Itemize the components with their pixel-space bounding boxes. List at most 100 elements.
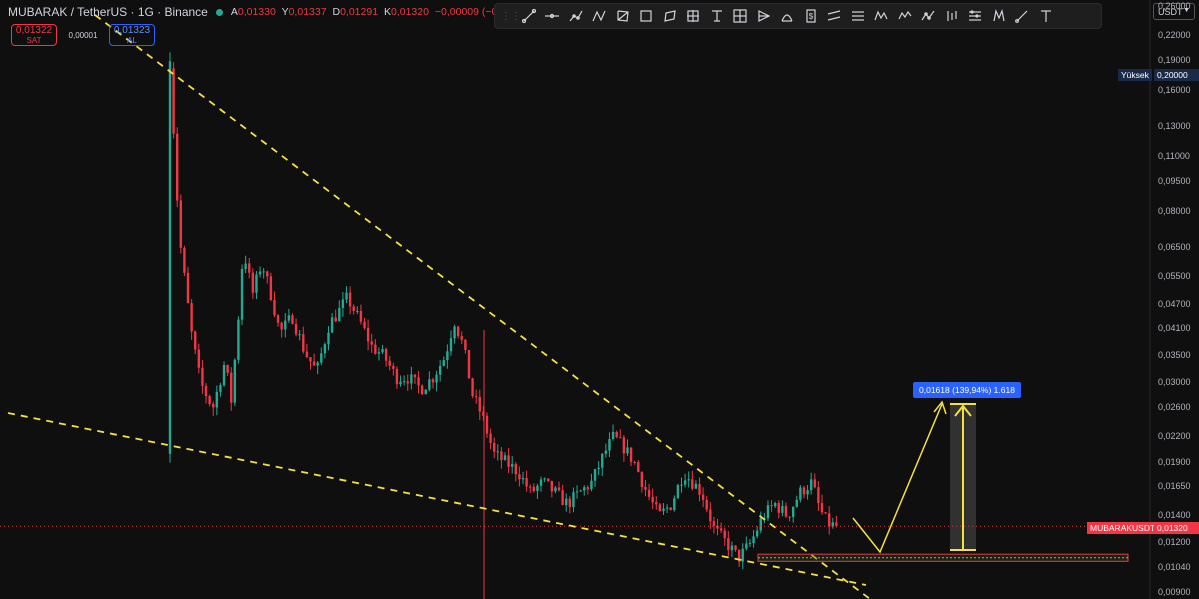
candle-body <box>276 315 280 323</box>
market-open-dot-icon <box>215 8 223 16</box>
candle-body <box>294 323 298 335</box>
candle-body <box>183 247 186 273</box>
candle-body <box>766 505 770 519</box>
candle-body <box>806 490 809 495</box>
candle-body <box>269 276 273 300</box>
price-note-icon[interactable]: $ <box>799 5 823 27</box>
horizontal-ray-icon[interactable] <box>541 5 565 27</box>
price-axis-tick: 0,04700 <box>1158 298 1191 309</box>
rotated-rectangle-icon[interactable] <box>658 5 682 27</box>
candle-body <box>781 505 784 513</box>
rectangle-icon[interactable] <box>635 5 659 27</box>
candle-body <box>366 327 370 342</box>
candle-body <box>521 477 525 480</box>
text-icon[interactable] <box>1034 5 1058 27</box>
polyline-icon[interactable] <box>611 5 635 27</box>
high-marker-label: Yüksek <box>1118 69 1152 81</box>
candle-body <box>233 359 237 403</box>
candle-body <box>633 461 636 463</box>
candle-body <box>705 499 708 510</box>
candle-body <box>431 379 435 383</box>
candle-body <box>420 385 424 395</box>
high-key: Y <box>281 6 289 18</box>
parallel-channel-icon[interactable] <box>682 5 706 27</box>
candle-body <box>204 385 208 397</box>
candle-body <box>730 545 734 551</box>
sell-button[interactable]: 0,01322 SAT <box>11 24 57 46</box>
candle-body <box>619 437 622 439</box>
candle-body <box>226 364 229 373</box>
candle-body <box>683 480 687 485</box>
candle-body <box>312 361 316 366</box>
drag-grip-icon[interactable]: ⋮⋮ <box>501 11 521 22</box>
cycle-lines-icon[interactable] <box>917 5 941 27</box>
arc-icon[interactable] <box>776 5 800 27</box>
triangle-pattern-icon[interactable] <box>752 5 776 27</box>
pitchfork-icon[interactable] <box>987 5 1011 27</box>
elliott-wave-icon[interactable] <box>893 5 917 27</box>
path-icon[interactable] <box>564 5 588 27</box>
candle-body <box>579 490 582 492</box>
candle-body <box>438 365 442 375</box>
candle-body <box>575 491 579 493</box>
candle-body <box>464 339 467 350</box>
candle-body <box>356 310 359 312</box>
flat-top-bottom-icon[interactable] <box>823 5 847 27</box>
candle-body <box>644 486 647 490</box>
price-axis-tick: 0,01200 <box>1158 536 1191 547</box>
candle-body <box>712 521 716 526</box>
last-price-symbol: MUBARAKUSDT <box>1087 522 1159 534</box>
candle-body <box>442 360 445 366</box>
svg-text:$: $ <box>809 12 814 21</box>
candle-body <box>402 381 406 383</box>
disjoint-channel-icon[interactable] <box>846 5 870 27</box>
candle-body <box>723 530 726 539</box>
candle-body <box>799 487 802 500</box>
candle-body <box>248 263 251 273</box>
symbol-title[interactable]: MUBARAK / TetherUS · 1G · Binance <box>8 5 208 19</box>
trend-line-icon[interactable] <box>517 5 541 27</box>
price-axis-tick: 0,09500 <box>1158 176 1191 187</box>
price-axis-tick: 0,11000 <box>1158 150 1190 161</box>
candle-body <box>492 442 496 452</box>
price-axis-tick: 0,26000 <box>1158 0 1191 11</box>
ray-icon[interactable] <box>1011 5 1035 27</box>
price-chart[interactable] <box>0 0 1199 599</box>
buy-price: 0,01323 <box>113 25 151 36</box>
buy-button[interactable]: 0,01323 AL <box>109 24 155 46</box>
xabcd-pattern-icon[interactable] <box>870 5 894 27</box>
bars-pattern-icon[interactable] <box>940 5 964 27</box>
candle-body <box>597 467 600 470</box>
candle-body <box>258 271 262 275</box>
open-value: 0,01330 <box>237 6 276 18</box>
candle-body <box>824 512 827 514</box>
candle-body <box>291 315 294 324</box>
price-axis-tick: 0,05500 <box>1158 271 1191 282</box>
candle-body <box>770 505 773 507</box>
info-line-icon[interactable] <box>964 5 988 27</box>
candle-body <box>194 331 197 350</box>
candle-body <box>691 479 694 489</box>
long-position-icon[interactable] <box>705 5 729 27</box>
candle-body <box>745 543 748 549</box>
candle-body <box>489 433 492 443</box>
price-axis-tick: 0,01400 <box>1158 510 1191 521</box>
candle-body <box>453 326 456 339</box>
high-marker-value: 0,20000 <box>1154 69 1199 81</box>
candle-body <box>809 479 813 491</box>
price-axis-tick: 0,06500 <box>1158 242 1191 253</box>
candle-body <box>471 378 474 397</box>
candle-body <box>694 483 698 489</box>
candle-body <box>370 341 373 345</box>
grid-icon[interactable] <box>729 5 753 27</box>
candle-body <box>701 494 705 500</box>
candle-body <box>629 447 633 462</box>
spread-value: 0,00001 <box>68 30 98 40</box>
price-range-label[interactable]: 0,01618 (139,94%) 1.618 <box>913 382 1021 398</box>
candle-body <box>500 451 503 461</box>
candle-body <box>377 352 381 354</box>
curve-icon[interactable] <box>588 5 612 27</box>
candle-body <box>755 530 759 537</box>
candle-body <box>741 548 744 562</box>
candle-body <box>240 268 244 320</box>
